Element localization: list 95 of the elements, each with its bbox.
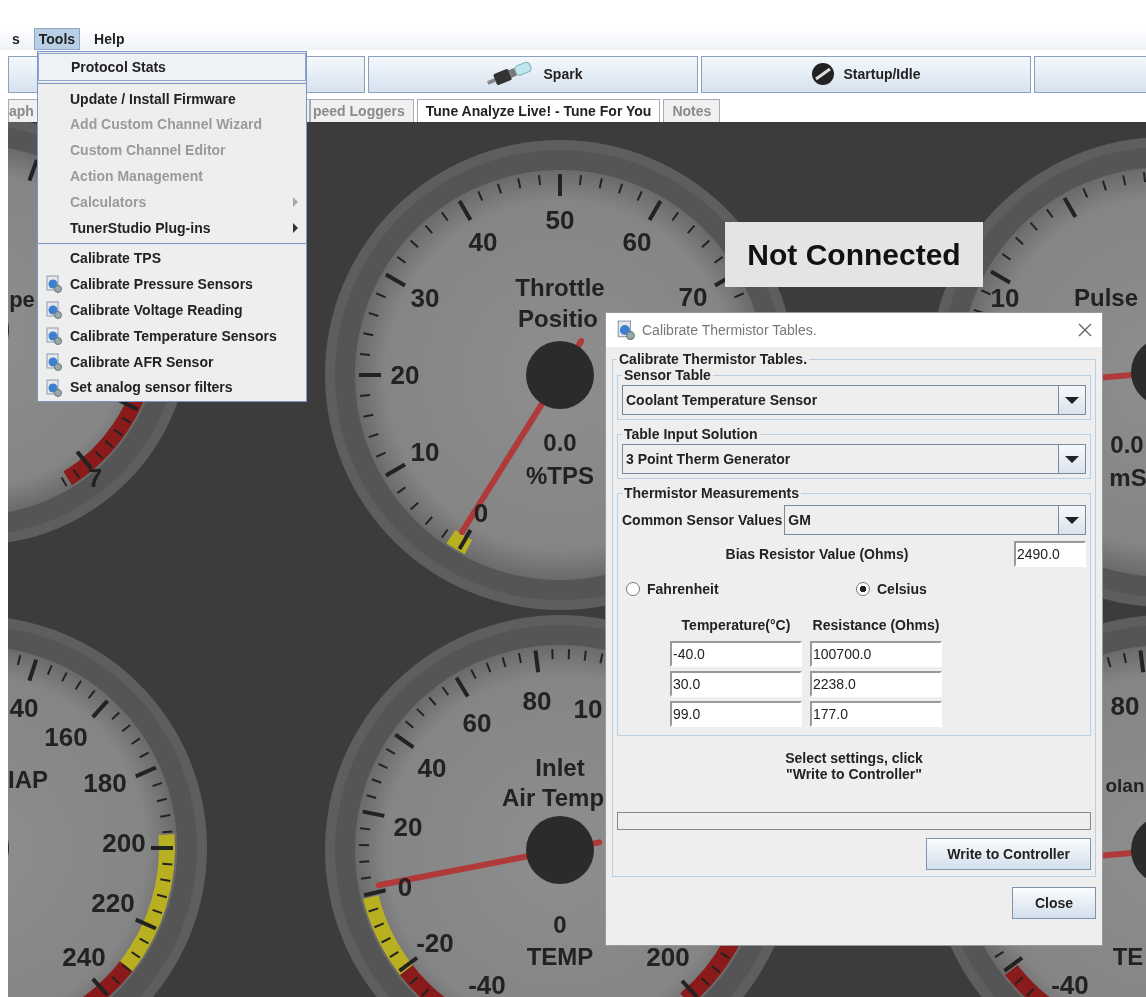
menu-item[interactable]: Calibrate Pressure Sensors (38, 271, 306, 298)
menu-item[interactable]: Update / Install Firmware (38, 85, 306, 112)
document-icon (45, 275, 63, 294)
menu-item[interactable]: Calibrate AFR Sensor (38, 348, 306, 375)
document-icon (45, 326, 63, 345)
input-field[interactable]: 2490.0 (1014, 541, 1086, 567)
gauge-scale-label: 40 (9, 695, 39, 721)
gauge-scale-label: -40 (1051, 972, 1089, 997)
radio-button[interactable]: Celsius (856, 581, 1086, 597)
gauge-scale-label: 0 (473, 500, 489, 526)
group-label: Calibrate Thermistor Tables. (618, 351, 808, 367)
column-header: Temperature(°C) (680, 617, 792, 635)
gauge-scale-label: 40 (417, 755, 447, 781)
toolbar-button[interactable]: Spark (368, 55, 698, 93)
dropdown[interactable]: GM (784, 505, 1086, 535)
gauge-scale-label: 30 (410, 285, 440, 311)
input-field[interactable]: 30.0 (670, 671, 802, 697)
input-field[interactable]: 177.0 (810, 701, 942, 727)
menu-bar-item[interactable]: s (8, 29, 24, 49)
gauge-title: Positio (518, 307, 598, 331)
dialog-title: Calibrate Thermistor Tables. (642, 322, 818, 338)
toolbar-button[interactable] (1034, 55, 1146, 93)
caret-icon (1065, 455, 1079, 463)
submenu-arrow-icon (293, 197, 298, 207)
tab[interactable]: Tune Analyze Live! - Tune For You (416, 99, 661, 122)
write-button[interactable]: Write to Controller (926, 838, 1091, 870)
document-icon (45, 378, 63, 397)
gauge-scale-label: -40 (468, 972, 506, 997)
gauge-title: IAP (8, 768, 48, 792)
gauge-title: Pulse (1074, 286, 1138, 310)
instruction-text: Select settings, click "Write to Controller" (784, 750, 924, 782)
menu-item[interactable]: TunerStudio Plug-ins (38, 214, 306, 241)
group-label: Thermistor Measurements (623, 485, 801, 501)
document-icon (45, 352, 63, 371)
gauge-scale-label: 60 (622, 229, 652, 255)
gauge-scale-label: 10 (573, 696, 603, 722)
input-field[interactable]: 2238.0 (810, 671, 942, 697)
gauge-value: 0.0 (1110, 433, 1144, 457)
column-header: Resistance (Ohms) (811, 617, 941, 635)
gauge-scale-label: 200 (102, 830, 146, 856)
gauge-unit: TEMP (526, 945, 594, 969)
field-label: Common Sensor Values (622, 512, 783, 528)
gauge-title: Throttle (515, 276, 605, 300)
document-icon (616, 320, 636, 340)
menu-item[interactable]: Calibrate Voltage Reading (38, 297, 306, 323)
connection-status: Not Connected (725, 222, 983, 287)
input-field[interactable]: 100700.0 (810, 641, 942, 667)
submenu-arrow-icon (293, 222, 298, 233)
gauge-scale-label: 80 (1110, 693, 1140, 719)
gauge-scale-label: 240 (62, 944, 106, 970)
gauge-value: 0.0 (543, 431, 577, 455)
gauge-scale-label: 20 (390, 362, 420, 388)
menu-item[interactable]: Calibrate Temperature Sensors (38, 322, 306, 349)
field-label: Bias Resistor Value (Ohms) (724, 546, 910, 562)
gauge-scale-label: 20 (393, 814, 423, 840)
menu-item[interactable]: Calibrate TPS (38, 245, 306, 272)
dropdown[interactable]: Coolant Temperature Sensor (622, 385, 1086, 415)
gauge-scale-label: 50 (545, 207, 575, 233)
menu-bar-item[interactable]: Help (90, 29, 129, 49)
group-label: Sensor Table (623, 367, 712, 383)
menu-item[interactable]: Set analog sensor filters (38, 374, 306, 401)
gauge-scale-label: 10 (990, 285, 1020, 311)
gauge-scale-label: 7 (87, 465, 103, 491)
radio-button[interactable]: Fahrenheit (626, 581, 856, 597)
gauge-scale-label: 40 (468, 229, 498, 255)
close-icon[interactable] (1078, 323, 1092, 337)
caret-icon (1065, 516, 1079, 524)
gauge-scale-label: 10 (410, 439, 440, 465)
close-button[interactable]: Close (1011, 887, 1096, 919)
document-icon (45, 301, 63, 320)
gauge-unit: mS (1109, 466, 1146, 490)
gauge-title: Inlet (535, 756, 585, 780)
gauge-scale-label: 160 (44, 724, 88, 750)
gauge-unit: TE (1112, 945, 1144, 969)
menu-bar-item[interactable]: Tools (33, 28, 81, 50)
gauge-scale-label: 60 (462, 710, 492, 736)
group-label: Table Input Solution (623, 426, 759, 442)
gauge-scale-label: 200 (646, 944, 690, 970)
toolbar-button[interactable]: Startup/Idle (701, 55, 1031, 93)
gauge-scale-label: 80 (522, 688, 552, 714)
gauge-scale-label: 220 (91, 890, 135, 916)
caret-icon (1065, 396, 1079, 404)
dropdown[interactable]: 3 Point Therm Generator (622, 444, 1086, 474)
gauge-title: olan (1105, 775, 1145, 795)
gauge-scale-label: -20 (416, 930, 454, 956)
gauge-unit: %TPS (526, 464, 594, 488)
menu-item[interactable]: Protocol Stats (38, 53, 306, 81)
gauge-title: Air Temp (501, 786, 605, 810)
gauge-title: pe (9, 289, 35, 311)
input-field[interactable]: 99.0 (670, 701, 802, 727)
gauge-scale-label: 70 (678, 284, 708, 310)
gauge-scale-label: 180 (83, 770, 127, 796)
input-field[interactable]: -40.0 (670, 641, 802, 667)
gauge-value: 0 (553, 913, 567, 937)
dial-icon (811, 62, 836, 86)
